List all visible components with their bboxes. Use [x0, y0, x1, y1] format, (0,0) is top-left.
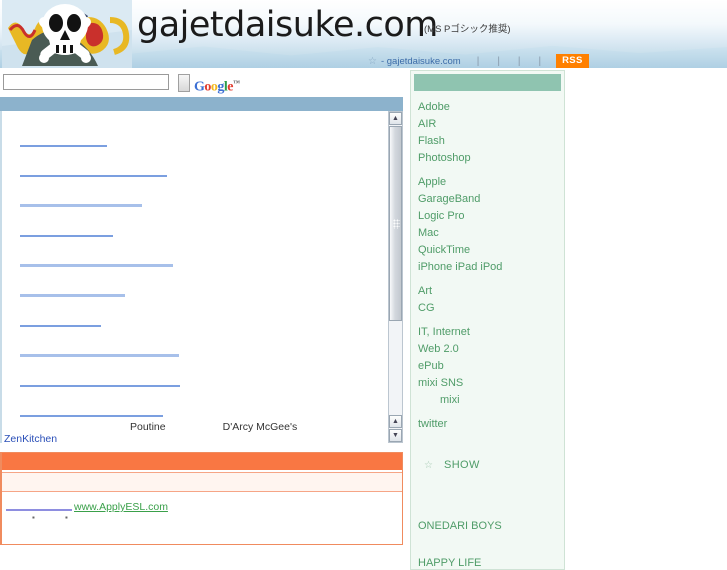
sidebar-item-onedari-boys[interactable]: ONEDARI BOYS	[418, 518, 564, 535]
rss-button[interactable]: RSS	[556, 54, 589, 68]
sidebar-category-list: Adobe AIR Flash Photoshop Apple GarageBand Log…	[411, 91, 564, 443]
category-sidebar: Adobe AIR Flash Photoshop Apple GarageBand Log…	[410, 70, 565, 570]
article-link-row	[20, 213, 220, 243]
article-link-4[interactable]	[20, 235, 113, 237]
sidebar-item-art[interactable]: Art	[418, 283, 564, 300]
article-link-row	[20, 273, 220, 303]
zenkitchen-link[interactable]: ZenKitchen	[4, 433, 57, 443]
scroll-mid-arrow-icon[interactable]: ▲	[389, 415, 402, 428]
article-link-5[interactable]	[20, 264, 173, 267]
google-logo: Google™	[194, 75, 240, 96]
sidebar-item-quicktime[interactable]: QuickTime	[418, 242, 564, 259]
search-submit-button[interactable]	[178, 74, 190, 92]
sidebar-item-apple[interactable]: Apple	[418, 174, 564, 191]
sidebar-item-mac[interactable]: Mac	[418, 225, 564, 242]
search-bar: Google™	[0, 74, 400, 96]
article-link-row	[20, 123, 220, 153]
top-navigation: ☆ - gajetdaisuke.com | | | | RSS	[0, 53, 727, 70]
article-link-8[interactable]	[20, 354, 179, 357]
nav-home-link[interactable]: - gajetdaisuke.com	[381, 56, 461, 67]
sidebar-item-iphone-ipad-ipod[interactable]: iPhone iPad iPod	[418, 259, 564, 276]
google-logo-g1: G	[194, 79, 205, 95]
content-header-bar	[0, 97, 403, 111]
nav-separator: |	[497, 55, 500, 67]
promo-module: www.ApplyESL.com ▪ ▪	[0, 452, 403, 545]
article-link-2[interactable]	[20, 175, 167, 177]
promo-module-subheader	[2, 472, 402, 492]
article-link-row	[20, 243, 220, 273]
nav-separator: |	[517, 55, 521, 67]
google-logo-tm: ™	[233, 79, 240, 87]
sidebar-show-row[interactable]: ☆ SHOW	[411, 459, 564, 471]
article-link-row	[20, 303, 220, 333]
search-input[interactable]	[3, 74, 169, 90]
sidebar-item-adobe[interactable]: Adobe	[418, 99, 564, 116]
article-link-list	[20, 123, 220, 443]
restaurant-label-2: D'Arcy McGee's	[222, 421, 298, 433]
star-icon: ☆	[424, 459, 433, 471]
sidebar-item-web-2-0[interactable]: Web 2.0	[418, 341, 564, 358]
sidebar-item-mixi[interactable]: mixi	[418, 392, 564, 409]
restaurant-label-1: Poutine	[130, 421, 166, 433]
sidebar-item-flash[interactable]: Flash	[418, 133, 564, 150]
applyesl-link[interactable]: www.ApplyESL.com	[74, 501, 168, 513]
nav-separator: |	[476, 55, 480, 67]
promo-bullets-icon: ▪ ▪	[32, 513, 82, 522]
content-scroll-panel: Poutine D'Arcy McGee's ZenKitchen	[0, 111, 403, 443]
promo-module-header	[2, 453, 402, 470]
article-link-6[interactable]	[20, 294, 125, 297]
article-link-1[interactable]	[20, 145, 107, 147]
sidebar-item-twitter[interactable]: twitter	[418, 416, 564, 433]
sidebar-item-photoshop[interactable]: Photoshop	[418, 150, 564, 167]
scroll-up-arrow-icon[interactable]: ▲	[389, 112, 402, 125]
right-filler	[566, 70, 727, 545]
page-title: gajetdaisuke.com	[137, 5, 438, 45]
sidebar-item-cg[interactable]: CG	[418, 300, 564, 317]
promo-ghost-link[interactable]	[6, 509, 72, 511]
star-icon[interactable]: ☆	[368, 56, 377, 67]
restaurant-labels: Poutine D'Arcy McGee's	[130, 421, 297, 433]
nav-separator: |	[538, 55, 542, 67]
content-vertical-scrollbar[interactable]: ▲ ▲ ▼	[388, 111, 403, 443]
sidebar-item-it-internet[interactable]: IT, Internet	[418, 324, 564, 341]
sidebar-item-logic-pro[interactable]: Logic Pro	[418, 208, 564, 225]
article-link-10[interactable]	[20, 415, 163, 417]
scrollbar-thumb[interactable]	[389, 126, 402, 321]
article-link-row	[20, 153, 220, 183]
article-link-9[interactable]	[20, 385, 180, 387]
article-link-row	[20, 333, 220, 363]
sidebar-item-cutoff[interactable]: HAPPY LIFE	[418, 557, 564, 569]
sidebar-item-mixi-sns[interactable]: mixi SNS	[418, 375, 564, 392]
scroll-down-arrow-icon[interactable]: ▼	[389, 429, 402, 442]
scrollbar-grip-icon	[393, 218, 400, 229]
article-link-3[interactable]	[20, 204, 142, 207]
sidebar-item-epub[interactable]: ePub	[418, 358, 564, 375]
sidebar-show-label: SHOW	[443, 459, 480, 471]
page-title-note: (MS Pゴシック推奨)	[424, 24, 511, 35]
sidebar-header-bar	[414, 74, 561, 91]
article-link-row	[20, 183, 220, 213]
article-link-7[interactable]	[20, 325, 101, 327]
article-link-row	[20, 393, 220, 423]
sidebar-item-garageband[interactable]: GarageBand	[418, 191, 564, 208]
sidebar-item-air[interactable]: AIR	[418, 116, 564, 133]
article-link-row	[20, 363, 220, 393]
